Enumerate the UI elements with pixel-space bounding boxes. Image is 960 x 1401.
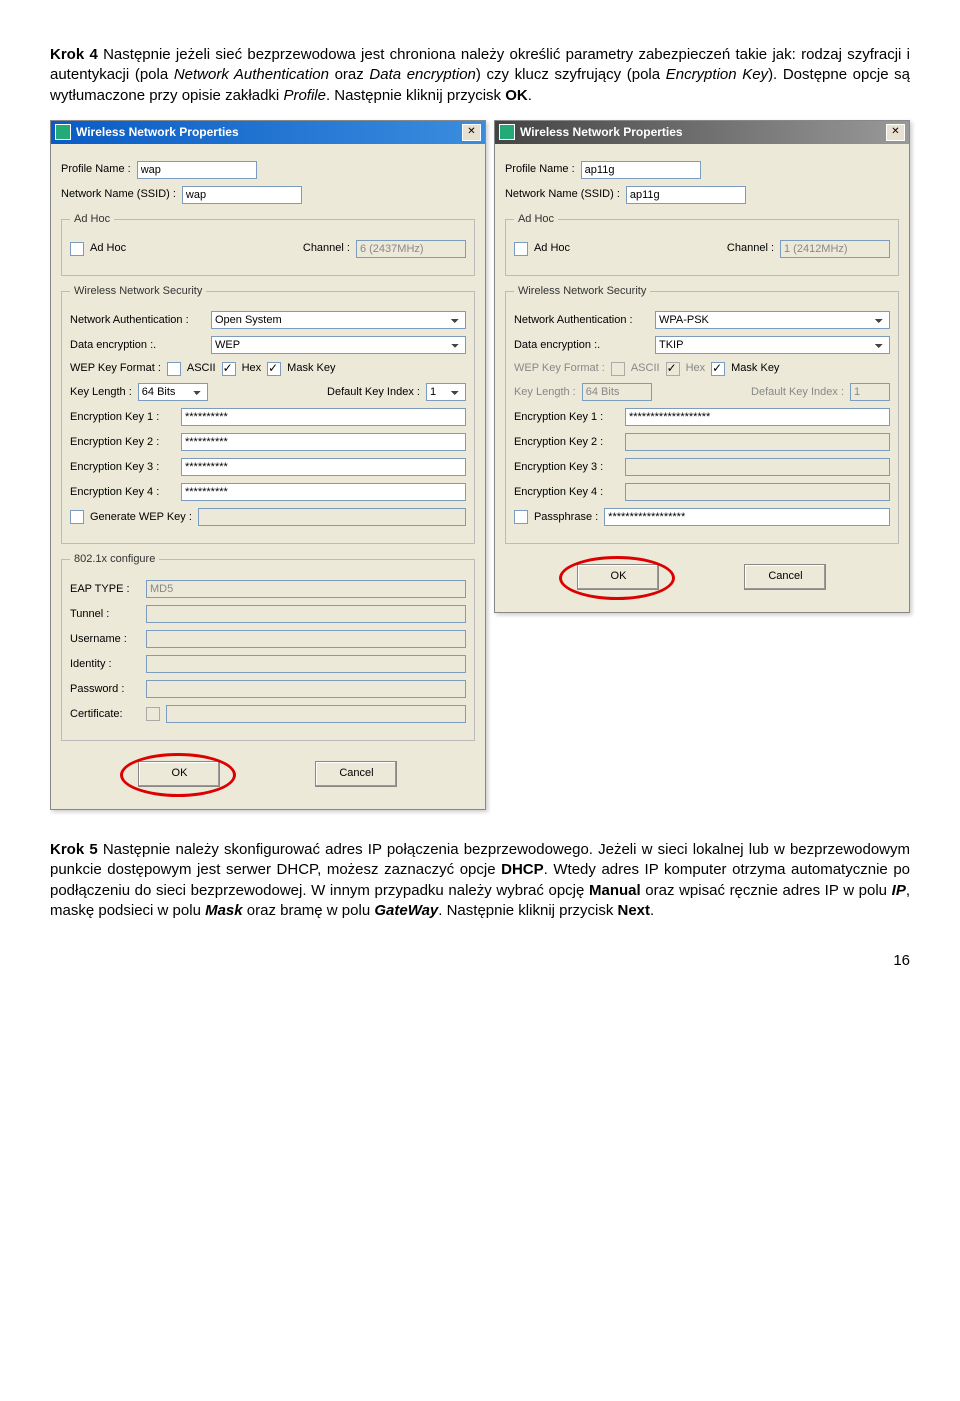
adhoc-legend: Ad Hoc bbox=[70, 212, 114, 227]
hex-checkbox[interactable] bbox=[222, 362, 236, 376]
profile-name-input[interactable] bbox=[137, 161, 257, 179]
key4-input bbox=[625, 483, 890, 501]
dialog-right: Wireless Network Properties ✕ Profile Na… bbox=[494, 120, 910, 614]
password-input bbox=[146, 680, 466, 698]
username-input bbox=[146, 630, 466, 648]
key3-input[interactable] bbox=[181, 458, 466, 476]
tunnel-select bbox=[146, 605, 466, 623]
profile-name-input[interactable] bbox=[581, 161, 701, 179]
keyidx-select[interactable]: 1 bbox=[426, 383, 466, 401]
page-number: 16 bbox=[50, 951, 910, 971]
cancel-button[interactable]: Cancel bbox=[744, 564, 826, 590]
ok-highlight-ring: OK bbox=[138, 761, 220, 787]
ok-button[interactable]: OK bbox=[577, 564, 659, 590]
close-icon[interactable]: ✕ bbox=[886, 124, 905, 141]
key1-input[interactable] bbox=[181, 408, 466, 426]
title-left: Wireless Network Properties bbox=[76, 124, 462, 140]
adhoc-checkbox[interactable] bbox=[514, 242, 528, 256]
dialog-left: Wireless Network Properties ✕ Profile Na… bbox=[50, 120, 486, 810]
security-legend: Wireless Network Security bbox=[70, 284, 206, 299]
gen-checkbox[interactable] bbox=[70, 510, 84, 524]
eap-select: MD5 bbox=[146, 580, 466, 598]
cancel-button[interactable]: Cancel bbox=[315, 761, 397, 787]
dialogs-row: Wireless Network Properties ✕ Profile Na… bbox=[50, 120, 910, 810]
key2-input bbox=[625, 433, 890, 451]
app-icon bbox=[499, 124, 515, 140]
key1-input[interactable] bbox=[625, 408, 890, 426]
paragraph-step5: Krok 5 Następnie należy skonfigurować ad… bbox=[50, 840, 910, 921]
passphrase-input[interactable] bbox=[604, 508, 890, 526]
key2-input[interactable] bbox=[181, 433, 466, 451]
ssid-label: Network Name (SSID) : bbox=[61, 187, 176, 202]
passphrase-checkbox[interactable] bbox=[514, 510, 528, 524]
mask-checkbox[interactable] bbox=[711, 362, 725, 376]
ok-button[interactable]: OK bbox=[138, 761, 220, 787]
profile-name-label: Profile Name : bbox=[61, 162, 131, 177]
mask-checkbox[interactable] bbox=[267, 362, 281, 376]
channel-select: 1 (2412MHz) bbox=[780, 240, 890, 258]
keylen-select[interactable]: 64 Bits bbox=[138, 383, 208, 401]
channel-select: 6 (2437MHz) bbox=[356, 240, 466, 258]
step5-lead: Krok 5 bbox=[50, 841, 98, 858]
profile-name-label: Profile Name : bbox=[505, 162, 575, 177]
ok-highlight-ring: OK bbox=[577, 564, 659, 590]
adhoc-fieldset: Ad Hoc Ad Hoc Channel : 6 (2437MHz) bbox=[61, 212, 475, 276]
key4-input[interactable] bbox=[181, 483, 466, 501]
eap-legend: 802.1x configure bbox=[70, 552, 159, 567]
ascii-checkbox[interactable] bbox=[167, 362, 181, 376]
ssid-label: Network Name (SSID) : bbox=[505, 187, 620, 202]
ascii-checkbox bbox=[611, 362, 625, 376]
step4-lead: Krok 4 bbox=[50, 46, 98, 63]
identity-input bbox=[146, 655, 466, 673]
net-auth-select[interactable]: WPA-PSK bbox=[655, 311, 890, 329]
ssid-input[interactable] bbox=[626, 186, 746, 204]
adhoc-fieldset: Ad Hoc Ad Hoc Channel : 1 (2412MHz) bbox=[505, 212, 899, 276]
security-fieldset: Wireless Network Security Network Authen… bbox=[505, 284, 899, 545]
data-enc-select[interactable]: WEP bbox=[211, 336, 466, 354]
title-right: Wireless Network Properties bbox=[520, 124, 886, 140]
data-enc-select[interactable]: TKIP bbox=[655, 336, 890, 354]
ssid-input[interactable] bbox=[182, 186, 302, 204]
key3-input bbox=[625, 458, 890, 476]
adhoc-legend: Ad Hoc bbox=[514, 212, 558, 227]
titlebar-left: Wireless Network Properties ✕ bbox=[51, 121, 485, 144]
security-fieldset: Wireless Network Security Network Authen… bbox=[61, 284, 475, 545]
titlebar-right: Wireless Network Properties ✕ bbox=[495, 121, 909, 144]
paragraph-step4: Krok 4 Następnie jeżeli sieć bezprzewodo… bbox=[50, 45, 910, 106]
keyidx-select: 1 bbox=[850, 383, 890, 401]
gen-input bbox=[198, 508, 466, 526]
cert-select bbox=[166, 705, 466, 723]
eap-fieldset: 802.1x configure EAP TYPE :MD5 Tunnel : … bbox=[61, 552, 475, 741]
keylen-select: 64 Bits bbox=[582, 383, 652, 401]
close-icon[interactable]: ✕ bbox=[462, 124, 481, 141]
net-auth-select[interactable]: Open System bbox=[211, 311, 466, 329]
cert-checkbox bbox=[146, 707, 160, 721]
app-icon bbox=[55, 124, 71, 140]
security-legend: Wireless Network Security bbox=[514, 284, 650, 299]
adhoc-checkbox[interactable] bbox=[70, 242, 84, 256]
hex-checkbox bbox=[666, 362, 680, 376]
